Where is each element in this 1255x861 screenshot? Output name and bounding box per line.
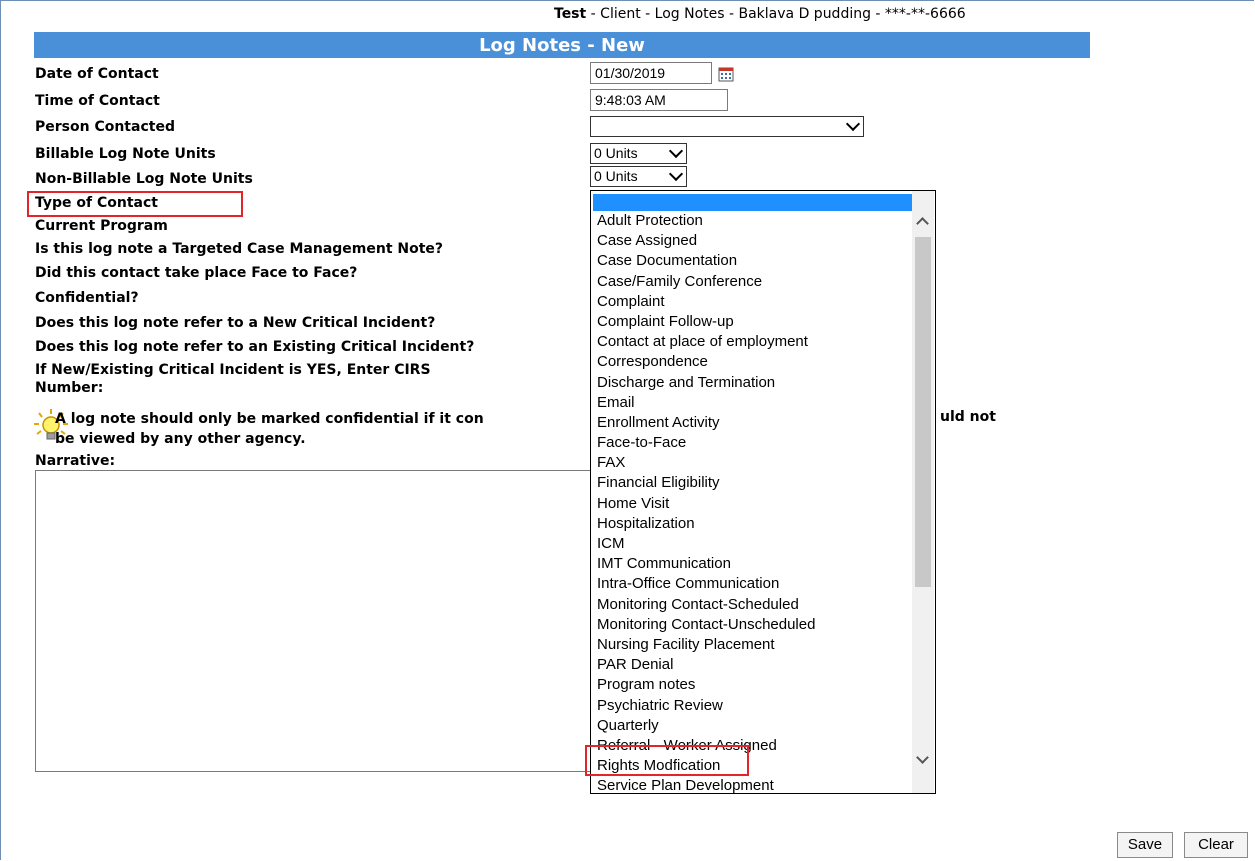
listbox-option[interactable]: Psychiatric Review (593, 696, 913, 716)
listbox-scrollbar[interactable] (912, 191, 934, 793)
listbox-option[interactable]: ICM (593, 534, 913, 554)
non-billable-units-select[interactable]: 0 Units (590, 166, 687, 187)
chevron-down-icon (845, 116, 861, 132)
listbox-option[interactable]: Quarterly (593, 716, 913, 736)
label-billable-units: Billable Log Note Units (35, 146, 216, 162)
listbox-option[interactable]: IMT Communication (593, 554, 913, 574)
chevron-down-icon (668, 143, 684, 159)
listbox-option[interactable]: Discharge and Termination (593, 373, 913, 393)
listbox-option[interactable]: PAR Denial (593, 655, 913, 675)
form-title: Log Notes - New (34, 32, 1090, 58)
label-tcm-note: Is this log note a Targeted Case Managem… (35, 241, 444, 257)
listbox-option[interactable]: Correspondence (593, 352, 913, 372)
listbox-option[interactable]: Monitoring Contact-Scheduled (593, 595, 913, 615)
label-time-of-contact: Time of Contact (35, 93, 160, 109)
non-billable-units-value: 0 Units (594, 168, 638, 184)
listbox-option[interactable]: Nursing Facility Placement (593, 635, 913, 655)
tip-line2: be viewed by any other agency. (55, 431, 306, 447)
date-input[interactable]: 01/30/2019 (590, 62, 712, 84)
listbox-option[interactable]: Financial Eligibility (593, 473, 913, 493)
label-face-to-face: Did this contact take place Face to Face… (35, 265, 358, 281)
label-narrative: Narrative: (35, 453, 116, 469)
page-header: Test - Client - Log Notes - Baklava D pu… (554, 6, 966, 22)
highlight-rights-modfication (585, 745, 749, 776)
label-date-of-contact: Date of Contact (35, 66, 159, 82)
scroll-up-icon[interactable] (916, 217, 929, 230)
listbox-option[interactable]: Intra-Office Communication (593, 574, 913, 594)
listbox-option[interactable]: Monitoring Contact-Unscheduled (593, 615, 913, 635)
tip-line1: A log note should only be marked confide… (55, 411, 484, 427)
label-new-critical-incident: Does this log note refer to a New Critic… (35, 315, 436, 331)
label-existing-critical-incident: Does this log note refer to an Existing … (35, 339, 475, 355)
listbox-option[interactable]: Service Plan Development (593, 776, 913, 793)
listbox-option[interactable]: Email (593, 393, 913, 413)
clear-button[interactable]: Clear (1184, 832, 1248, 858)
label-non-billable-units: Non-Billable Log Note Units (35, 171, 253, 187)
label-confidential: Confidential? (35, 290, 139, 306)
listbox-option[interactable]: Case Assigned (593, 231, 913, 251)
header-bold: Test (554, 6, 587, 22)
listbox-option[interactable]: Face-to-Face (593, 433, 913, 453)
label-current-program: Current Program (35, 218, 168, 234)
label-cirs-line1: If New/Existing Critical Incident is YES… (35, 362, 431, 378)
listbox-option[interactable]: Complaint Follow-up (593, 312, 913, 332)
calendar-icon[interactable] (718, 66, 734, 82)
listbox-option[interactable]: Case/Family Conference (593, 272, 913, 292)
selected-empty-option[interactable] (593, 194, 913, 211)
header-rest: - Client - Log Notes - Baklava D pudding… (586, 6, 966, 22)
listbox-option[interactable]: FAX (593, 453, 913, 473)
tip-line1-end: uld not (940, 409, 996, 425)
listbox-option[interactable]: Contact at place of employment (593, 332, 913, 352)
listbox-option[interactable]: Program notes (593, 675, 913, 695)
save-button[interactable]: Save (1117, 832, 1173, 858)
billable-units-value: 0 Units (594, 145, 638, 161)
time-input[interactable]: 9:48:03 AM (590, 89, 728, 111)
listbox-option[interactable]: Complaint (593, 292, 913, 312)
listbox-option[interactable]: Hospitalization (593, 514, 913, 534)
listbox-option[interactable]: Home Visit (593, 494, 913, 514)
option-list: Adult Protection Case Assigned Case Docume… (593, 211, 913, 793)
type-of-contact-listbox[interactable]: Adult Protection Case Assigned Case Docume… (590, 190, 936, 794)
listbox-option[interactable]: Case Documentation (593, 251, 913, 271)
label-cirs-line2: Number: (35, 380, 104, 396)
listbox-option[interactable]: Adult Protection (593, 211, 913, 231)
person-contacted-select[interactable] (590, 116, 864, 137)
billable-units-select[interactable]: 0 Units (590, 143, 687, 164)
listbox-option[interactable]: Enrollment Activity (593, 413, 913, 433)
scroll-thumb[interactable] (915, 237, 931, 587)
label-person-contacted: Person Contacted (35, 119, 175, 135)
scroll-down-icon[interactable] (916, 751, 929, 764)
chevron-down-icon (668, 166, 684, 182)
highlight-type-of-contact (27, 191, 243, 217)
narrative-textarea[interactable] (35, 470, 595, 772)
